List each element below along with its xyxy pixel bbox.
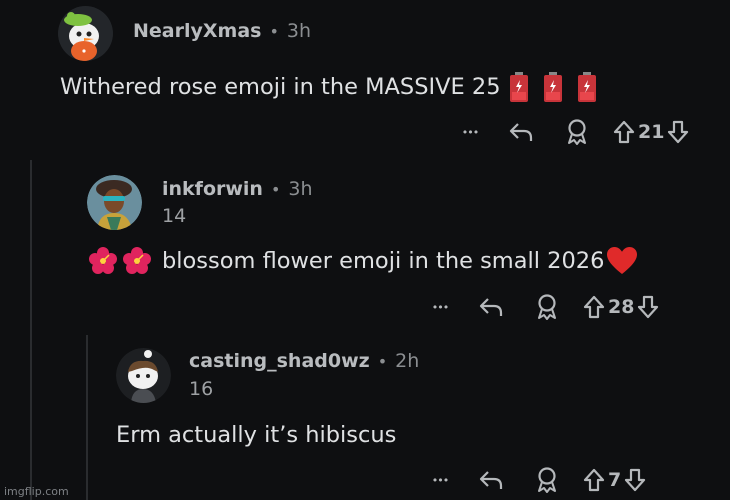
upvote-button[interactable]: [583, 295, 605, 319]
comment-body: Erm actually it’s hibiscus: [116, 422, 396, 448]
award-icon: [538, 467, 556, 493]
emoji-group: [509, 72, 597, 102]
battery-low-icon: [509, 72, 528, 102]
award-icon: [538, 294, 556, 320]
emoji-group: [88, 246, 152, 276]
reply-button[interactable]: [495, 120, 547, 144]
comment-body: Withered rose emoji in the MASSIVE 25: [60, 72, 597, 102]
comment-text: Erm actually it’s hibiscus: [116, 422, 397, 448]
comment-body: blossom flower emoji in the small 2026: [88, 246, 638, 276]
avatar[interactable]: [58, 6, 113, 61]
username[interactable]: NearlyXmas: [133, 20, 261, 42]
reply-icon: [479, 298, 503, 316]
downvote-button[interactable]: [667, 120, 689, 144]
comment-text: Withered rose emoji in the MASSIVE 25: [60, 74, 501, 100]
user-flair: 16: [189, 378, 214, 400]
battery-low-icon: [543, 72, 562, 102]
user-avatar-icon: [116, 348, 171, 403]
upvote-arrow-icon: [583, 468, 605, 492]
comment-actions: ••• 21: [455, 118, 689, 146]
upvote-button[interactable]: [613, 120, 635, 144]
downvote-button[interactable]: [624, 468, 646, 492]
reply-button[interactable]: [465, 295, 517, 319]
downvote-arrow-icon: [625, 468, 646, 492]
vote-count: 7: [608, 469, 622, 491]
award-icon: [568, 119, 586, 145]
more-options-button[interactable]: •••: [455, 126, 485, 139]
vote-count: 28: [608, 296, 635, 318]
award-button[interactable]: [521, 293, 573, 321]
upvote-arrow-icon: [583, 295, 605, 319]
comment-actions: ••• 7: [425, 466, 646, 494]
reply-icon: [509, 123, 533, 141]
hibiscus-icon: [89, 247, 117, 274]
comment-text: blossom flower emoji in the small 2026: [162, 248, 605, 274]
timestamp: 2h: [395, 350, 420, 372]
award-button[interactable]: [551, 118, 603, 146]
downvote-button[interactable]: [637, 295, 659, 319]
timestamp: 3h: [288, 178, 313, 200]
reply-icon: [479, 471, 503, 489]
snowman-avatar-icon: [58, 6, 113, 61]
username[interactable]: casting_shad0wz: [189, 350, 370, 372]
upvote-button[interactable]: [583, 468, 605, 492]
separator-dot: •: [270, 180, 281, 199]
avatar[interactable]: [116, 348, 171, 403]
award-button[interactable]: [521, 466, 573, 494]
downvote-arrow-icon: [638, 295, 659, 319]
reply-button[interactable]: [465, 468, 517, 492]
thread-line-level-1: [30, 160, 32, 500]
user-flair: 14: [162, 205, 187, 227]
separator-dot: •: [269, 22, 279, 41]
watermark: imgflip.com: [4, 485, 69, 498]
more-options-button[interactable]: •••: [425, 301, 455, 314]
downvote-arrow-icon: [668, 120, 689, 144]
timestamp: 3h: [286, 20, 312, 42]
more-options-button[interactable]: •••: [425, 474, 455, 487]
upvote-arrow-icon: [613, 120, 635, 144]
red-heart-icon: [607, 247, 638, 274]
separator-dot: •: [377, 352, 388, 371]
comment-actions: ••• 28: [425, 293, 659, 321]
thread-line-level-2: [86, 335, 88, 500]
battery-low-icon: [577, 72, 596, 102]
vote-count: 21: [638, 121, 665, 143]
avatar[interactable]: [87, 175, 142, 230]
user-avatar-icon: [87, 175, 142, 230]
username[interactable]: inkforwin: [162, 178, 263, 200]
hibiscus-icon: [123, 247, 151, 274]
